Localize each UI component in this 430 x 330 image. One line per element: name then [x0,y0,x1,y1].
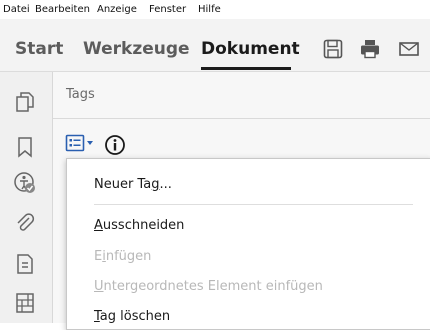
print-icon[interactable] [359,38,381,60]
panel-divider [53,118,430,119]
menu-datei[interactable]: Datei [3,0,30,19]
menu-separator [94,204,413,205]
menu-item-text: Neuer Ta [94,177,152,192]
menu-item-accelerator: U [94,279,104,294]
accessibility-check-icon[interactable] [13,171,37,195]
menu-item-neuer-tag[interactable]: Neuer Tag... [94,176,172,194]
navigation-pane [0,72,53,323]
menu-bar: Datei Bearbeiten Anzeige Fenster Hilfe [0,0,430,19]
menu-item-text: ... [159,177,172,192]
pages-icon[interactable] [13,90,37,114]
menu-item-ausschneiden[interactable]: Ausschneiden [94,217,184,235]
list-options-icon[interactable] [65,133,101,155]
menu-item-text: usschneiden [102,218,185,233]
attachment-icon[interactable] [13,211,37,235]
menu-item-text: E [94,249,103,264]
tab-werkzeuge[interactable]: Werkzeuge [83,38,190,60]
menu-item-text: ag löschen [99,309,171,324]
save-icon[interactable] [322,38,344,60]
menu-fenster[interactable]: Fenster [149,0,186,19]
menu-item-text: nfügen [105,249,152,264]
menu-item-accelerator: A [94,218,103,233]
menu-anzeige[interactable]: Anzeige [97,0,137,19]
menu-bearbeiten[interactable]: Bearbeiten [35,0,90,19]
document-info-icon[interactable] [13,252,37,276]
panel-title: Tags [66,87,95,102]
bookmark-icon[interactable] [13,135,37,159]
menu-hilfe[interactable]: Hilfe [198,0,221,19]
tab-dokument[interactable]: Dokument [201,38,300,60]
menu-item-text: ntergeordnetes Element einfügen [103,279,323,294]
email-icon[interactable] [398,38,420,60]
menu-item-untergeordnetes-element-einfuegen: Untergeordnetes Element einfügen [94,278,323,296]
menu-item-einfuegen: Einfügen [94,248,151,266]
layers-icon[interactable] [13,291,37,315]
active-tab-indicator [201,67,291,70]
info-icon[interactable] [104,134,126,156]
tab-start[interactable]: Start [15,38,63,60]
menu-item-tag-loeschen[interactable]: Tag löschen [94,308,170,326]
context-menu: Neuer Tag... Ausschneiden Einfügen Unter… [66,158,430,330]
